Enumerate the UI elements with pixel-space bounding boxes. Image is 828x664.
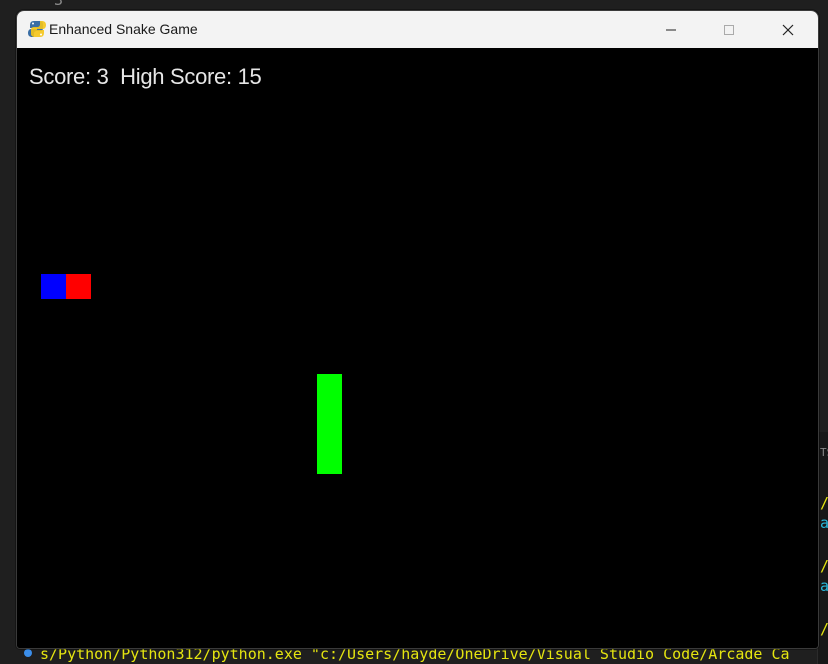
title-bar[interactable]: Enhanced Snake Game (17, 11, 818, 48)
window-title: Enhanced Snake Game (49, 21, 198, 37)
close-icon (782, 24, 794, 35)
editor-line-number: 3 (54, 0, 64, 9)
snake-body-segment (66, 274, 91, 299)
panel-letter-1: a (820, 514, 828, 532)
food-block (317, 374, 342, 474)
maximize-icon (724, 24, 734, 35)
close-button[interactable] (759, 11, 817, 48)
snake-head (41, 274, 66, 299)
terminal-status-dot-icon (24, 649, 32, 657)
panel-slash-1: / (820, 494, 828, 512)
score-display: Score: 3 High Score: 15 (29, 64, 262, 89)
maximize-button[interactable] (700, 11, 758, 48)
game-window: Enhanced Snake Game Score: 3 High Score:… (16, 10, 819, 649)
panel-slash-2: / (820, 557, 828, 575)
panel-letter-2: a (820, 577, 828, 595)
minimize-icon (666, 29, 676, 30)
pygame-snake-icon (27, 19, 47, 39)
minimize-button[interactable] (642, 11, 700, 48)
game-canvas[interactable]: Score: 3 High Score: 15 (17, 48, 818, 648)
panel-label: TS (820, 446, 828, 459)
panel-slash-3: / (820, 620, 828, 638)
